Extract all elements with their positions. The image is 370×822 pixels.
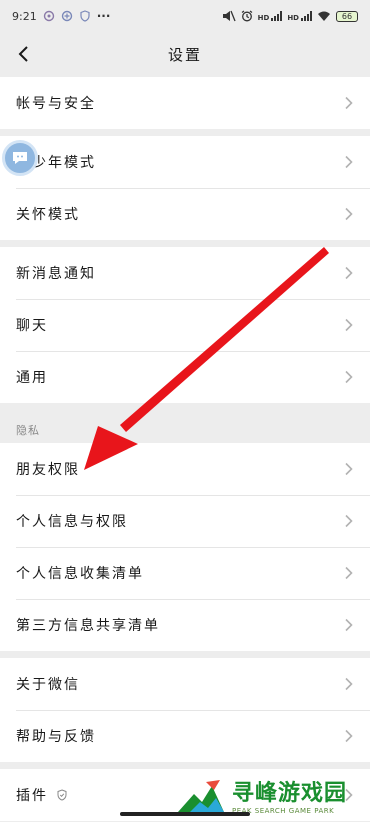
- chevron-right-icon: [345, 155, 353, 169]
- row-help-feedback[interactable]: 帮助与反馈: [0, 710, 370, 762]
- row-personal-info-collection-list[interactable]: 个人信息收集清单: [0, 547, 370, 599]
- chevron-right-icon: [345, 318, 353, 332]
- hd-label: HD: [287, 14, 299, 22]
- row-care-mode[interactable]: 关怀模式: [0, 188, 370, 240]
- row-label: 帐号与安全: [16, 96, 96, 112]
- chevron-right-icon: [345, 370, 353, 384]
- settings-group-account: 帐号与安全: [0, 77, 370, 129]
- more-notifications-icon: ···: [96, 9, 111, 23]
- row-label: 关怀模式: [16, 207, 80, 223]
- home-indicator[interactable]: [120, 812, 250, 816]
- status-bar: 9:21 ··· HD HD 66: [0, 0, 370, 32]
- page-title: 设置: [167, 45, 202, 64]
- watermark-title: 寻峰游戏园: [232, 781, 348, 806]
- mute-icon: [222, 10, 236, 22]
- row-label: 聊天: [16, 318, 48, 334]
- row-account-security[interactable]: 帐号与安全: [0, 77, 370, 129]
- wifi-icon: [318, 11, 330, 21]
- chevron-right-icon: [345, 677, 353, 691]
- row-label: 关于微信: [16, 677, 80, 693]
- chevron-right-icon: [345, 514, 353, 528]
- chevron-left-icon: [18, 46, 28, 62]
- hd-label: HD: [257, 14, 270, 22]
- chevron-right-icon: [345, 207, 353, 221]
- signal-icon: [271, 11, 283, 21]
- app-notification-icon: [61, 10, 72, 22]
- row-chat[interactable]: 聊天: [0, 299, 370, 351]
- row-third-party-sharing-list[interactable]: 第三方信息共享清单: [0, 599, 370, 651]
- shield-icon: [57, 789, 67, 801]
- chevron-right-icon: [345, 462, 353, 476]
- nav-bar: 设置: [0, 32, 370, 76]
- back-button[interactable]: [10, 40, 38, 68]
- battery-indicator: 66: [336, 10, 358, 22]
- row-teen-mode[interactable]: 青少年模式: [0, 136, 370, 188]
- chat-bubble-icon: [13, 152, 27, 164]
- settings-group-privacy: 朋友权限 个人信息与权限 个人信息收集清单 第三方信息共享清单: [0, 443, 370, 651]
- chevron-right-icon: [345, 266, 353, 280]
- mountain-logo-icon: [178, 780, 224, 812]
- row-label: 通用: [16, 370, 48, 386]
- settings-group-general: 新消息通知 聊天 通用: [0, 247, 370, 403]
- row-personal-info-permissions[interactable]: 个人信息与权限: [0, 495, 370, 547]
- settings-group-modes: 青少年模式 关怀模式: [0, 136, 370, 240]
- row-label: 个人信息收集清单: [16, 566, 144, 582]
- row-friend-permissions[interactable]: 朋友权限: [0, 443, 370, 495]
- signal-icon: [301, 11, 312, 21]
- alarm-icon: [241, 10, 253, 22]
- chevron-right-icon: [345, 729, 353, 743]
- status-time: 9:21: [12, 9, 37, 23]
- row-label: 插件: [16, 788, 48, 804]
- row-label: 第三方信息共享清单: [16, 618, 160, 634]
- row-general[interactable]: 通用: [0, 351, 370, 403]
- row-label: 个人信息与权限: [16, 514, 128, 530]
- chevron-right-icon: [345, 96, 353, 110]
- row-label: 朋友权限: [16, 462, 80, 478]
- chevron-right-icon: [345, 566, 353, 580]
- section-header-privacy: 隐私: [16, 424, 40, 437]
- chevron-right-icon: [345, 618, 353, 632]
- settings-group-about: 关于微信 帮助与反馈: [0, 658, 370, 762]
- shield-notification-icon: [80, 10, 90, 22]
- row-about-wechat[interactable]: 关于微信: [0, 658, 370, 710]
- row-new-message-notification[interactable]: 新消息通知: [0, 247, 370, 299]
- floating-assistant-button[interactable]: [2, 140, 38, 176]
- row-label: 新消息通知: [16, 266, 96, 282]
- row-label: 帮助与反馈: [16, 729, 96, 745]
- app-notification-icon: [43, 10, 54, 22]
